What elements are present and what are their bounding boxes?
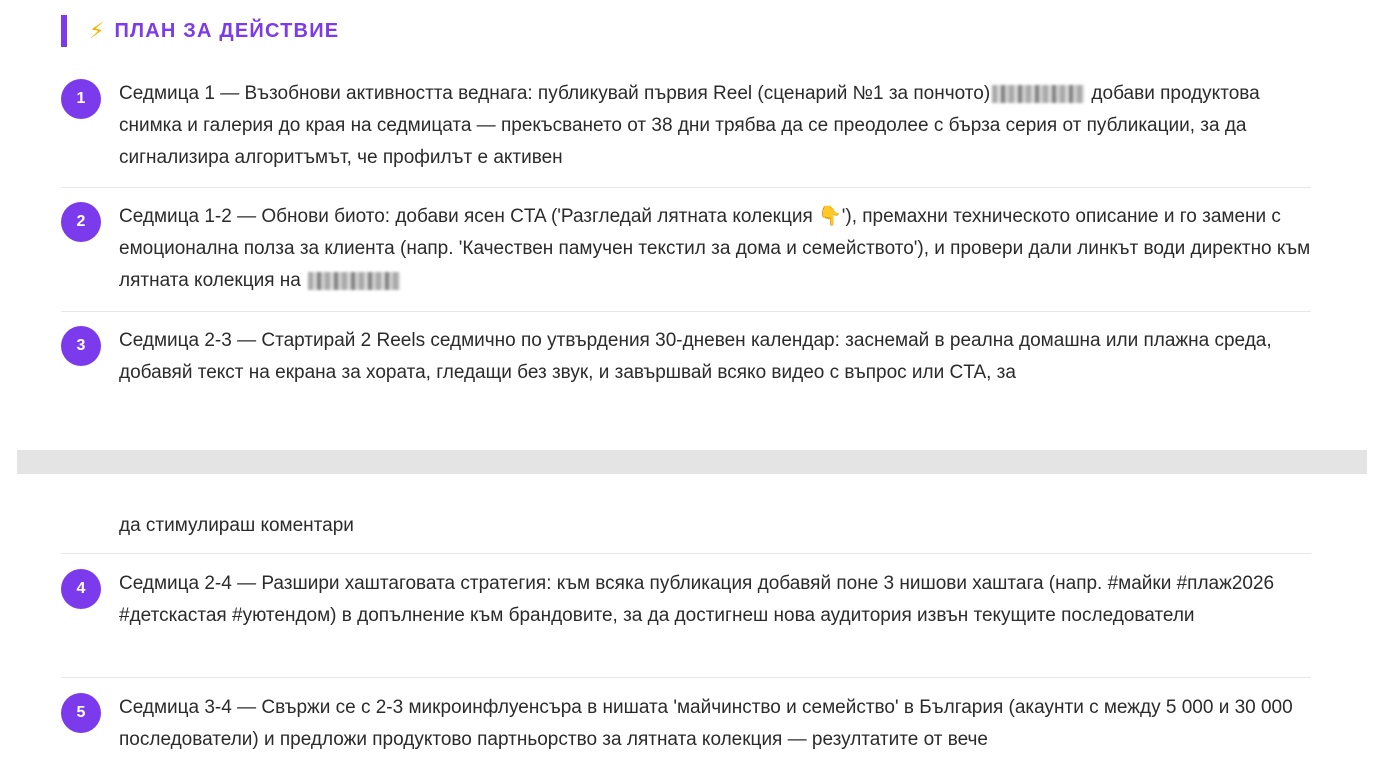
list-item-1: 1 Седмица 1 — Възобнови активността ведн… — [61, 78, 1311, 188]
step-text: Седмица 2-3 — Стартирай 2 Reels седмично… — [119, 330, 1272, 383]
step-number-badge: 1 — [61, 79, 101, 119]
step-number-badge: 5 — [61, 693, 101, 733]
page: ⚡ ПЛАН ЗА ДЕЙСТВИЕ 1 Седмица 1 — Възобно… — [0, 0, 1384, 760]
step-number-badge: 4 — [61, 569, 101, 609]
step-text: Седмица 1 — Възобнови активността веднаг… — [119, 83, 1260, 168]
step-number-badge: 3 — [61, 326, 101, 366]
list-item-4: 4 Седмица 2-4 — Разшири хаштаговата стра… — [61, 568, 1311, 678]
step-text: Седмица 1-2 — Обнови биото: добави ясен … — [119, 206, 1311, 291]
step-text-continuation: да стимулираш коментари — [119, 515, 354, 536]
section-header: ⚡ ПЛАН ЗА ДЕЙСТВИЕ — [61, 15, 339, 47]
step-text: Седмица 3-4 — Свържи се с 2-3 микроинфлу… — [119, 697, 1293, 750]
page-segment-bottom: да стимулираш коментари 4 Седмица 2-4 — … — [0, 474, 1384, 760]
lightning-bolt-icon: ⚡ — [89, 18, 105, 43]
redacted-handle — [992, 84, 1085, 103]
pointing-down-hand-icon: 👇 — [818, 206, 842, 227]
list-divider — [61, 553, 1311, 554]
step-number-badge: 2 — [61, 202, 101, 242]
page-segment-top: ⚡ ПЛАН ЗА ДЕЙСТВИЕ 1 Седмица 1 — Възобно… — [0, 0, 1384, 450]
list-item-2: 2 Седмица 1-2 — Обнови биото: добави ясе… — [61, 201, 1311, 312]
page-break-divider — [17, 450, 1367, 474]
section-title: ПЛАН ЗА ДЕЙСТВИЕ — [114, 19, 340, 42]
redacted-handle — [308, 271, 401, 290]
list-item-5: 5 Седмица 3-4 — Свържи се с 2-3 микроинф… — [61, 692, 1311, 760]
step-text: Седмица 2-4 — Разшири хаштаговата страте… — [119, 573, 1275, 626]
list-item-3: 3 Седмица 2-3 — Стартирай 2 Reels седмич… — [61, 325, 1311, 405]
